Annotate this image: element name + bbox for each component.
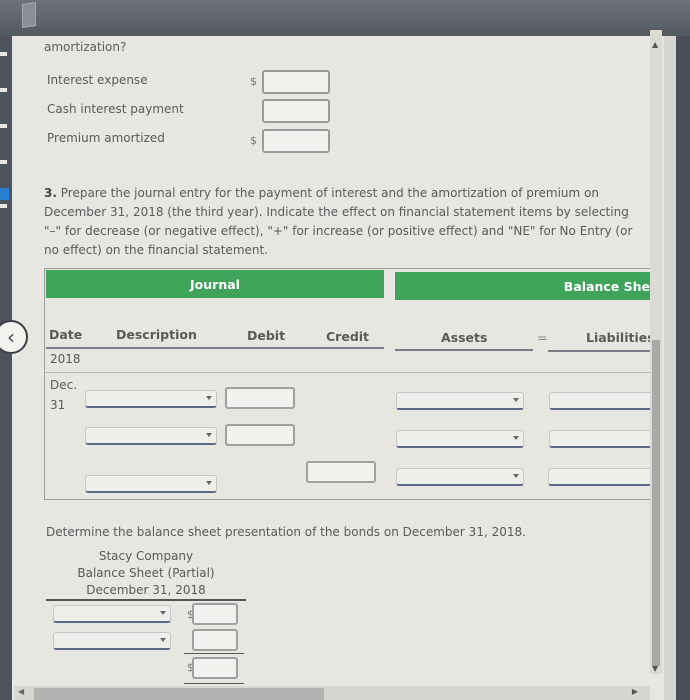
- column-header-assets: Assets: [441, 330, 488, 345]
- column-header-date: Date: [49, 327, 83, 342]
- vertical-scrollbar[interactable]: ▲ ▼: [650, 30, 662, 674]
- company-name: Stacy Company: [98, 549, 194, 563]
- currency-symbol: $: [250, 134, 257, 147]
- balance-sheet-section-header: Balance She: [395, 272, 652, 300]
- assets-dropdown[interactable]: [396, 468, 524, 486]
- total-line: [184, 683, 244, 684]
- scroll-right-icon[interactable]: ▶: [632, 687, 638, 696]
- credit-input[interactable]: [306, 461, 376, 483]
- balance-sheet-amount-input[interactable]: [192, 603, 238, 625]
- scroll-down-icon[interactable]: ▼: [652, 664, 658, 673]
- interest-expense-input[interactable]: [262, 70, 330, 94]
- chevron-down-icon: [206, 481, 212, 485]
- chevron-down-icon: [513, 398, 519, 402]
- balance-sheet-header-label: Balance She: [563, 278, 650, 294]
- header-underline: [395, 349, 533, 351]
- interest-expense-label: Interest expense: [47, 73, 148, 87]
- liabilities-dropdown[interactable]: [549, 392, 652, 410]
- assets-dropdown[interactable]: [396, 430, 524, 448]
- assets-dropdown[interactable]: [396, 392, 524, 410]
- journal-date-day: 31: [50, 398, 66, 412]
- scroll-left-icon[interactable]: ◀: [18, 687, 24, 696]
- header-underline: [46, 347, 384, 349]
- sidebar-marker[interactable]: [0, 124, 7, 128]
- column-header-debit: Debit: [247, 328, 286, 343]
- balance-sheet-total-input[interactable]: [192, 657, 238, 679]
- sidebar-marker[interactable]: [0, 160, 7, 164]
- column-header-description: Description: [116, 327, 197, 342]
- statement-date: December 31, 2018: [86, 583, 206, 597]
- row-divider: [46, 372, 652, 373]
- question-2-continuation: amortization?: [44, 40, 127, 54]
- question-3-instructions: 3. Prepare the journal entry for the pay…: [44, 184, 634, 260]
- chevron-left-icon: ‹: [7, 325, 15, 349]
- chevron-down-icon: [160, 638, 166, 642]
- cash-interest-payment-label: Cash interest payment: [47, 102, 184, 116]
- description-dropdown[interactable]: [85, 390, 217, 408]
- browser-top-bar: [0, 0, 690, 36]
- equals-sign: =: [537, 330, 548, 345]
- chevron-down-icon: [513, 436, 519, 440]
- right-edge-strip: [664, 20, 690, 700]
- description-dropdown[interactable]: [85, 475, 217, 493]
- screen: amortization? Interest expense $ Cash in…: [0, 0, 690, 700]
- journal-section-header: Journal: [46, 270, 384, 298]
- balance-sheet-account-dropdown[interactable]: [53, 605, 171, 623]
- horizontal-scroll-thumb[interactable]: [34, 688, 324, 700]
- cash-interest-payment-input[interactable]: [262, 99, 330, 123]
- balance-sheet-prompt: Determine the balance sheet presentation…: [46, 525, 526, 539]
- debit-input[interactable]: [225, 387, 295, 409]
- debit-input[interactable]: [225, 424, 295, 446]
- sidebar-marker[interactable]: [0, 88, 7, 92]
- journal-year: 2018: [50, 352, 81, 366]
- description-dropdown[interactable]: [85, 427, 217, 445]
- liabilities-dropdown[interactable]: [548, 468, 652, 486]
- journal-date-month: Dec.: [50, 378, 78, 392]
- tab-icon[interactable]: [22, 2, 36, 28]
- chevron-down-icon: [160, 611, 166, 615]
- vertical-scroll-thumb[interactable]: [652, 340, 660, 666]
- statement-title: Balance Sheet (Partial): [77, 566, 215, 580]
- currency-symbol: $: [250, 75, 257, 88]
- scroll-up-icon[interactable]: ▲: [652, 40, 658, 49]
- chevron-down-icon: [206, 433, 212, 437]
- chevron-down-icon: [206, 396, 212, 400]
- subtotal-line: [184, 653, 244, 654]
- sidebar-marker-active[interactable]: [0, 188, 9, 200]
- column-header-credit: Credit: [326, 329, 370, 344]
- sidebar-marker[interactable]: [0, 52, 7, 56]
- liabilities-dropdown[interactable]: [549, 430, 652, 448]
- premium-amortized-input[interactable]: [262, 129, 330, 153]
- sidebar-marker[interactable]: [0, 204, 7, 208]
- statement-header-underline: [46, 599, 246, 601]
- header-underline: [548, 350, 652, 352]
- premium-amortized-label: Premium amortized: [47, 131, 165, 145]
- question-3-text: Prepare the journal entry for the paymen…: [44, 186, 633, 257]
- journal-header-label: Journal: [190, 276, 240, 292]
- horizontal-scrollbar[interactable]: ◀ ▶: [14, 686, 650, 700]
- balance-sheet-amount-input[interactable]: [192, 629, 238, 651]
- chevron-down-icon: [513, 474, 519, 478]
- question-number: 3.: [44, 186, 57, 200]
- column-header-liabilities: Liabilities: [586, 330, 655, 345]
- balance-sheet-account-dropdown[interactable]: [53, 632, 171, 650]
